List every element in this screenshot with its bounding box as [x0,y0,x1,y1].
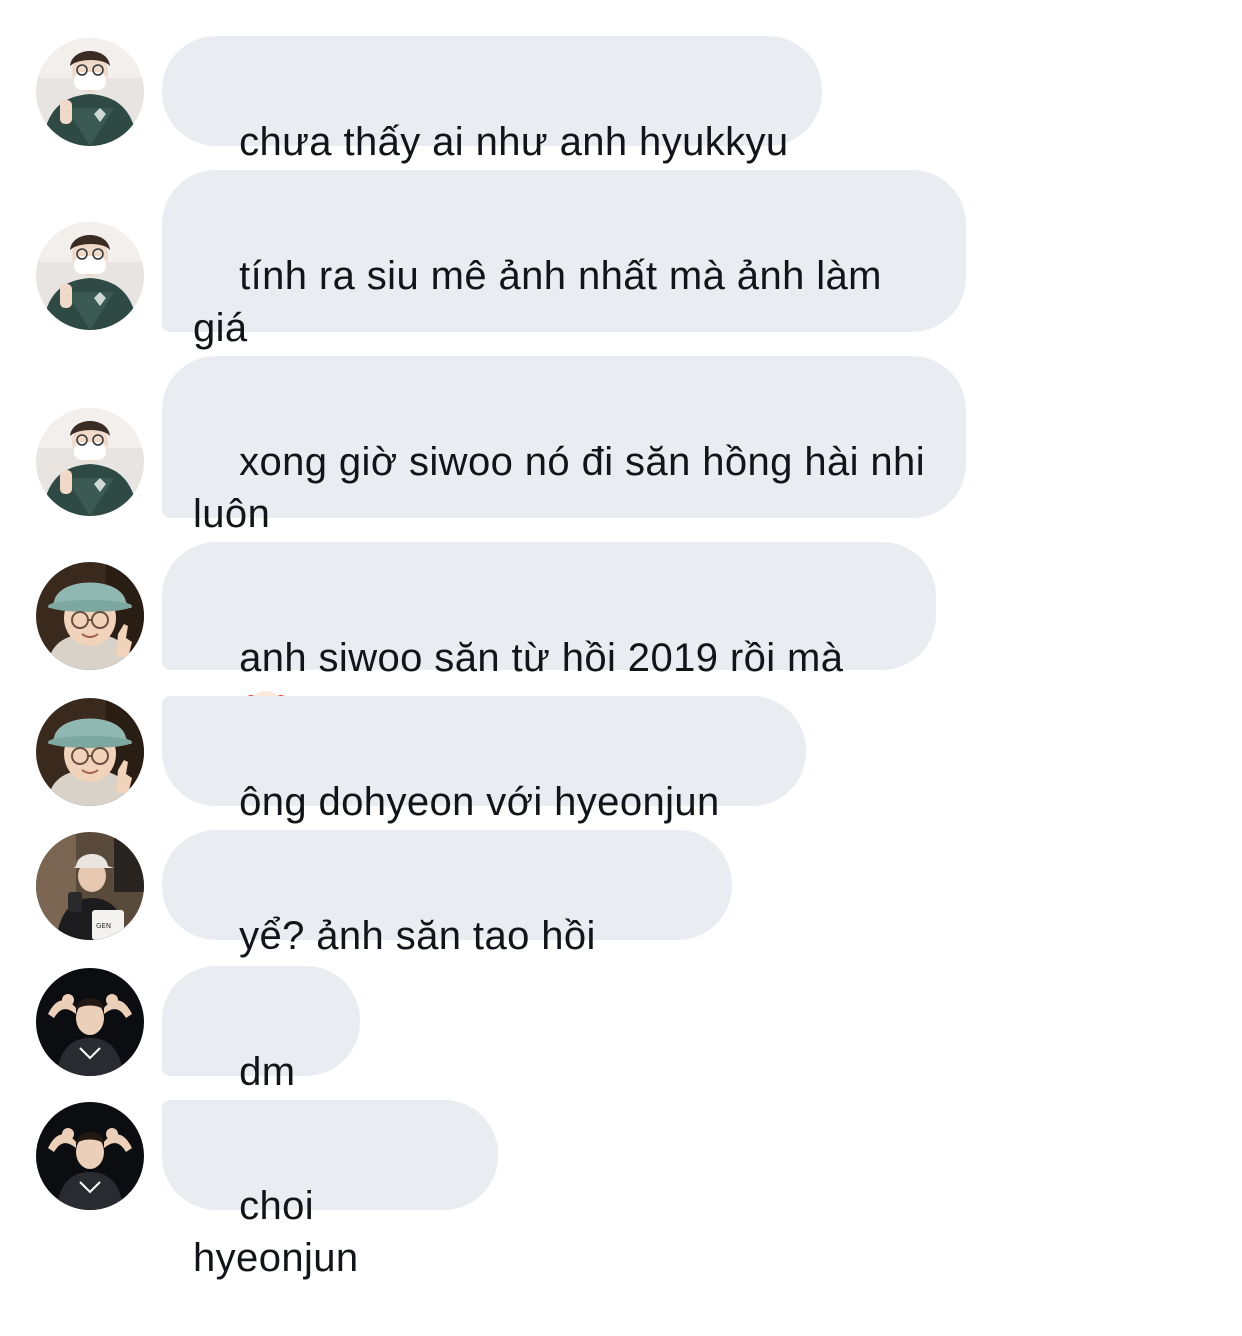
person-in-mask-avatar-icon [36,38,144,146]
avatar-hyeonjun[interactable] [36,968,144,1076]
message-bubble[interactable]: yể? ảnh săn tao hồi nào?? [162,830,732,1010]
svg-text:GEN: GEN [96,922,111,930]
message-text: xong giờ siwoo nó đi săn hồng hài nhi lu… [193,440,937,536]
avatar-siwoo[interactable] [36,698,144,806]
person-in-bucket-hat-avatar-icon [36,698,144,806]
message-text: chưa thấy ai như anh hyukkyu [239,120,789,164]
person-in-mask-avatar-icon [36,222,144,330]
message-bubble[interactable]: choi hyeonjun [162,1100,498,1280]
avatar-hyukkyu[interactable] [36,408,144,516]
person-in-mask-avatar-icon [36,408,144,516]
person-with-cap-avatar-icon: GEN [36,832,144,940]
message-bubble[interactable]: dm tao [162,966,360,1146]
person-hands-on-head-avatar-icon [36,968,144,1076]
person-hands-on-head-avatar-icon [36,1102,144,1210]
message-text: choi hyeonjun [193,1184,359,1280]
message-bubble[interactable]: tính ra siu mê ảnh nhất mà ảnh làm giá [162,170,966,350]
avatar-dohyeon[interactable]: GEN [36,832,144,940]
avatar-siwoo[interactable] [36,562,144,670]
message-bubble[interactable]: anh siwoo săn từ hồi 2019 rồi mà [162,542,936,727]
message-text: anh siwoo săn từ hồi 2019 rồi mà [239,636,844,680]
avatar-hyukkyu[interactable] [36,222,144,330]
message-bubble[interactable]: ông dohyeon với hyeonjun kìa [162,696,806,876]
person-in-bucket-hat-avatar-icon [36,562,144,670]
message-bubble[interactable]: xong giờ siwoo nó đi săn hồng hài nhi lu… [162,356,966,536]
message-text: tính ra siu mê ảnh nhất mà ảnh làm giá [193,254,894,350]
avatar-hyukkyu[interactable] [36,38,144,146]
message-bubble[interactable]: chưa thấy ai như anh hyukkyu [162,36,822,164]
avatar-hyeonjun[interactable] [36,1102,144,1210]
